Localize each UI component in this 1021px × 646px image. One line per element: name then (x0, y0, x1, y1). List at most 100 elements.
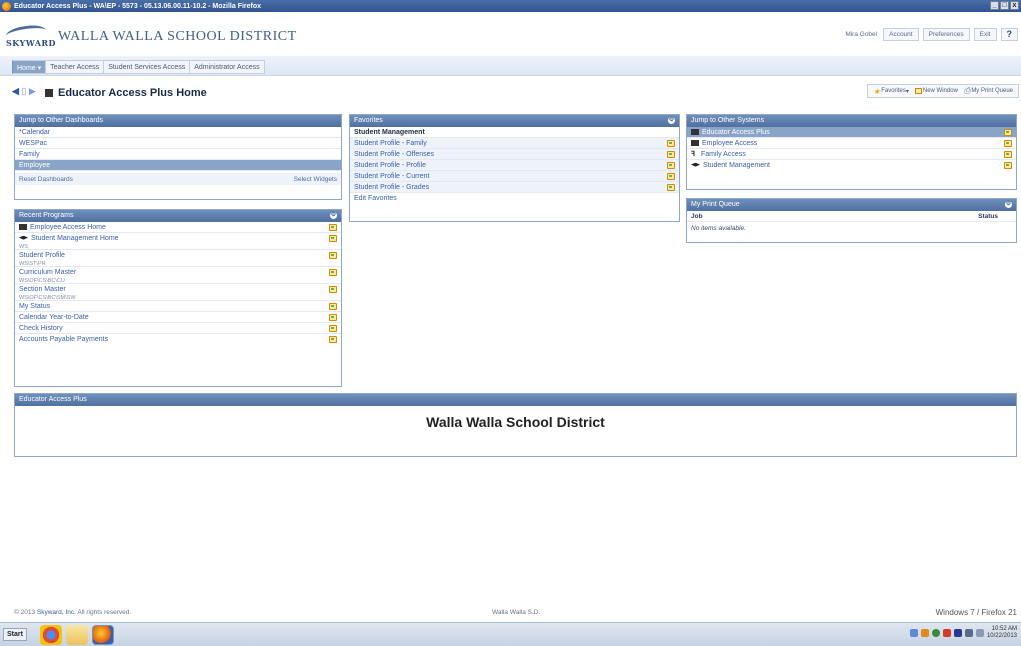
recent-item[interactable]: Curriculum Master WS\OF\CS\BC\CU (15, 267, 341, 284)
page-tools: ★ Favorites ▾ New Window ⎙ My Print Queue (867, 84, 1019, 98)
tray-icon (909, 629, 918, 637)
firefox-icon (2, 1, 11, 11)
favorite-item[interactable]: Student Profile - Current (350, 171, 679, 182)
systems-panel: Jump to Other Systems Educator Access Pl… (686, 114, 1017, 190)
family-icon: ꟻ (691, 151, 696, 158)
favorites-panel: Favorites ⚙ Student Management Student Pr… (349, 114, 680, 222)
print-queue-panel: My Print Queue ⚙ Job Status No items avai… (686, 198, 1017, 243)
system-tray: 10:52 AM 10/22/2013 (909, 626, 1017, 640)
recent-item[interactable]: Employee Access Home (15, 222, 341, 233)
chevron-down-icon[interactable]: ▾ (38, 65, 42, 72)
page-footer: © 2013 Skyward, Inc. All rights reserved… (14, 608, 1017, 617)
reset-dashboards-link[interactable]: Reset Dashboards (19, 176, 73, 183)
favorites-panel-title: Favorites ⚙ (350, 115, 679, 127)
tab-teacher-access[interactable]: Teacher Access (46, 60, 105, 74)
favorite-item[interactable]: Student Profile - Family (350, 138, 679, 149)
printer-icon: ⎙ (963, 86, 971, 95)
clock[interactable]: 10:52 AM 10/22/2013 (987, 626, 1017, 640)
open-page-icon[interactable] (667, 151, 675, 158)
window-titlebar: Educator Access Plus - WA\EP - 5573 - 05… (0, 0, 1021, 12)
app-header: SKYWARD WALLA WALLA SCHOOL DISTRICT Mira… (0, 12, 1021, 56)
open-page-icon[interactable] (667, 184, 675, 191)
preferences-link[interactable]: Preferences (922, 28, 970, 41)
minimize-button[interactable]: _ (990, 1, 999, 10)
favorite-item[interactable]: Student Profile - Grades (350, 182, 679, 193)
col-job[interactable]: Job (691, 213, 703, 220)
close-button[interactable]: x (1010, 1, 1019, 10)
recent-item[interactable]: Student Profile WS\ST\PR (15, 250, 341, 267)
col-status[interactable]: Status (978, 213, 998, 220)
dashboard-item-calendar[interactable]: *Calendar (15, 127, 341, 138)
open-page-icon[interactable] (667, 173, 675, 180)
graduation-cap-icon (19, 235, 28, 240)
gear-icon[interactable]: ⚙ (668, 117, 675, 124)
start-button[interactable]: Start (3, 628, 27, 641)
system-item-student-management[interactable]: Student Management (687, 160, 1016, 171)
user-name: Mira Gobel (845, 31, 878, 38)
tray-icon (964, 629, 973, 637)
exit-link[interactable]: Exit (973, 28, 997, 41)
volume-icon (975, 629, 984, 637)
system-item-family-access[interactable]: ꟻ Family Access (687, 149, 1016, 160)
system-item-employee-access[interactable]: Employee Access (687, 138, 1016, 149)
page-header: ◀ ▯ ▶ Educator Access Plus Home ★ Favorit… (0, 76, 1021, 110)
help-button[interactable]: ? (1000, 28, 1018, 41)
open-page-icon[interactable] (329, 224, 337, 231)
open-page-icon[interactable] (1004, 162, 1012, 169)
open-page-icon[interactable] (329, 336, 337, 343)
print-queue-title: My Print Queue ⚙ (687, 199, 1016, 211)
select-widgets-link[interactable]: Select Widgets (294, 176, 337, 183)
recent-item[interactable]: Section Master WS\OF\CS\BC\SM\SW (15, 284, 341, 301)
skyward-logo: SKYWARD (5, 23, 56, 48)
recent-item[interactable]: Calendar Year-to-Date (15, 312, 341, 323)
firefox-taskbar-icon[interactable] (92, 625, 114, 645)
favorite-item[interactable]: Student Profile - Offenses (350, 149, 679, 160)
dashboard-item-family[interactable]: Family (15, 149, 341, 160)
favorite-item[interactable]: Student Profile - Profile (350, 160, 679, 171)
open-page-icon[interactable] (329, 269, 337, 276)
open-page-icon[interactable] (329, 286, 337, 293)
open-page-icon[interactable] (1004, 151, 1012, 158)
eap-panel: Educator Access Plus Walla Walla School … (14, 393, 1017, 457)
print-queue-header: Job Status (687, 211, 1016, 222)
gear-icon[interactable]: ⚙ (330, 212, 337, 219)
open-page-icon[interactable] (1004, 129, 1012, 136)
account-link[interactable]: Account (883, 28, 919, 41)
edit-favorites-link[interactable]: Edit Favorites (350, 193, 679, 204)
dashboards-panel-title: Jump to Other Dashboards (15, 115, 341, 127)
open-page-icon[interactable] (667, 140, 675, 147)
tray-icon (931, 629, 940, 637)
dashboard-item-employee[interactable]: Employee (15, 160, 341, 171)
recent-item[interactable]: My Status (15, 301, 341, 312)
open-page-icon[interactable] (329, 235, 337, 242)
maximize-button[interactable]: □ (1000, 1, 1009, 10)
open-page-icon[interactable] (667, 162, 675, 169)
tab-student-services-access[interactable]: Student Services Access (104, 60, 191, 74)
recent-item[interactable]: Accounts Payable Payments (15, 334, 341, 345)
history-arrows[interactable]: ◀ ▯ ▶ (12, 86, 36, 97)
folder-taskbar-icon[interactable] (66, 625, 88, 645)
open-page-icon[interactable] (329, 314, 337, 321)
new-window-button[interactable]: New Window (914, 88, 958, 94)
dashboard-item-wespac[interactable]: WESPac (15, 138, 341, 149)
tray-icon (953, 629, 962, 637)
windows-taskbar: Start 10:52 AM 10/22/2013 (0, 622, 1021, 646)
system-item-educator-access-plus[interactable]: Educator Access Plus (687, 127, 1016, 138)
open-page-icon[interactable] (329, 303, 337, 310)
open-page-icon[interactable] (329, 325, 337, 332)
district-heading: Walla Walla School District (426, 414, 605, 430)
recent-item[interactable]: Check History (15, 323, 341, 334)
skyward-link[interactable]: Skyward, Inc. (37, 609, 76, 616)
recent-programs-title: Recent Programs ⚙ (15, 210, 341, 222)
tab-home[interactable]: Home ▾ (12, 60, 47, 74)
page-title: Educator Access Plus Home (58, 87, 207, 99)
tab-administrator-access[interactable]: Administrator Access (190, 60, 265, 74)
graduation-cap-icon (691, 162, 700, 167)
print-queue-button[interactable]: ⎙ My Print Queue (964, 86, 1013, 96)
gear-icon[interactable]: ⚙ (1005, 201, 1012, 208)
recent-item[interactable]: Student Management Home WS (15, 233, 341, 250)
favorites-menu[interactable]: ★ Favorites ▾ (873, 87, 909, 96)
chrome-taskbar-icon[interactable] (40, 625, 62, 645)
open-page-icon[interactable] (1004, 140, 1012, 147)
open-page-icon[interactable] (329, 252, 337, 259)
